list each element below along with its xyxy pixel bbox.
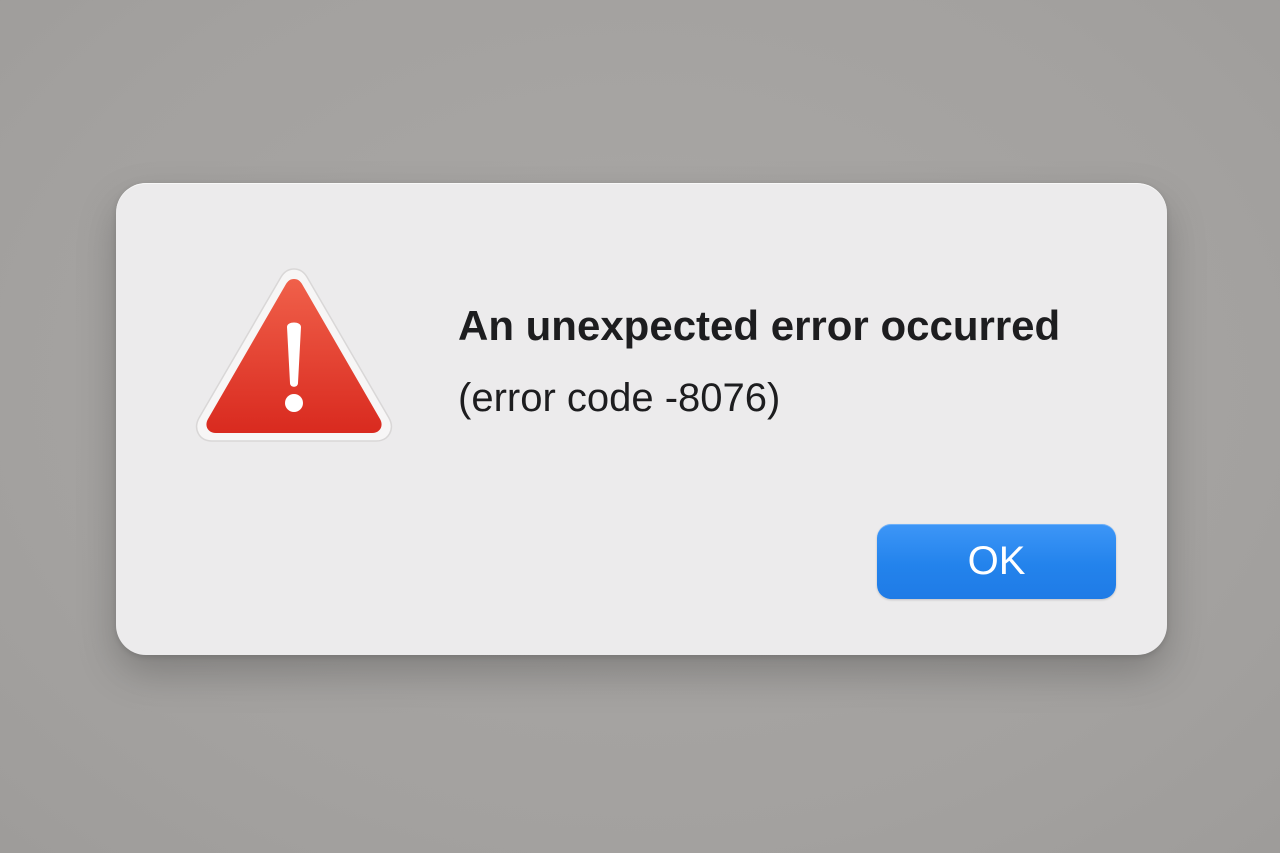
error-title: An unexpected error occurred — [458, 302, 1061, 349]
warning-triangle-icon — [192, 265, 396, 447]
error-code-text: (error code -8076) — [458, 376, 781, 420]
ok-button[interactable]: OK — [877, 524, 1116, 599]
